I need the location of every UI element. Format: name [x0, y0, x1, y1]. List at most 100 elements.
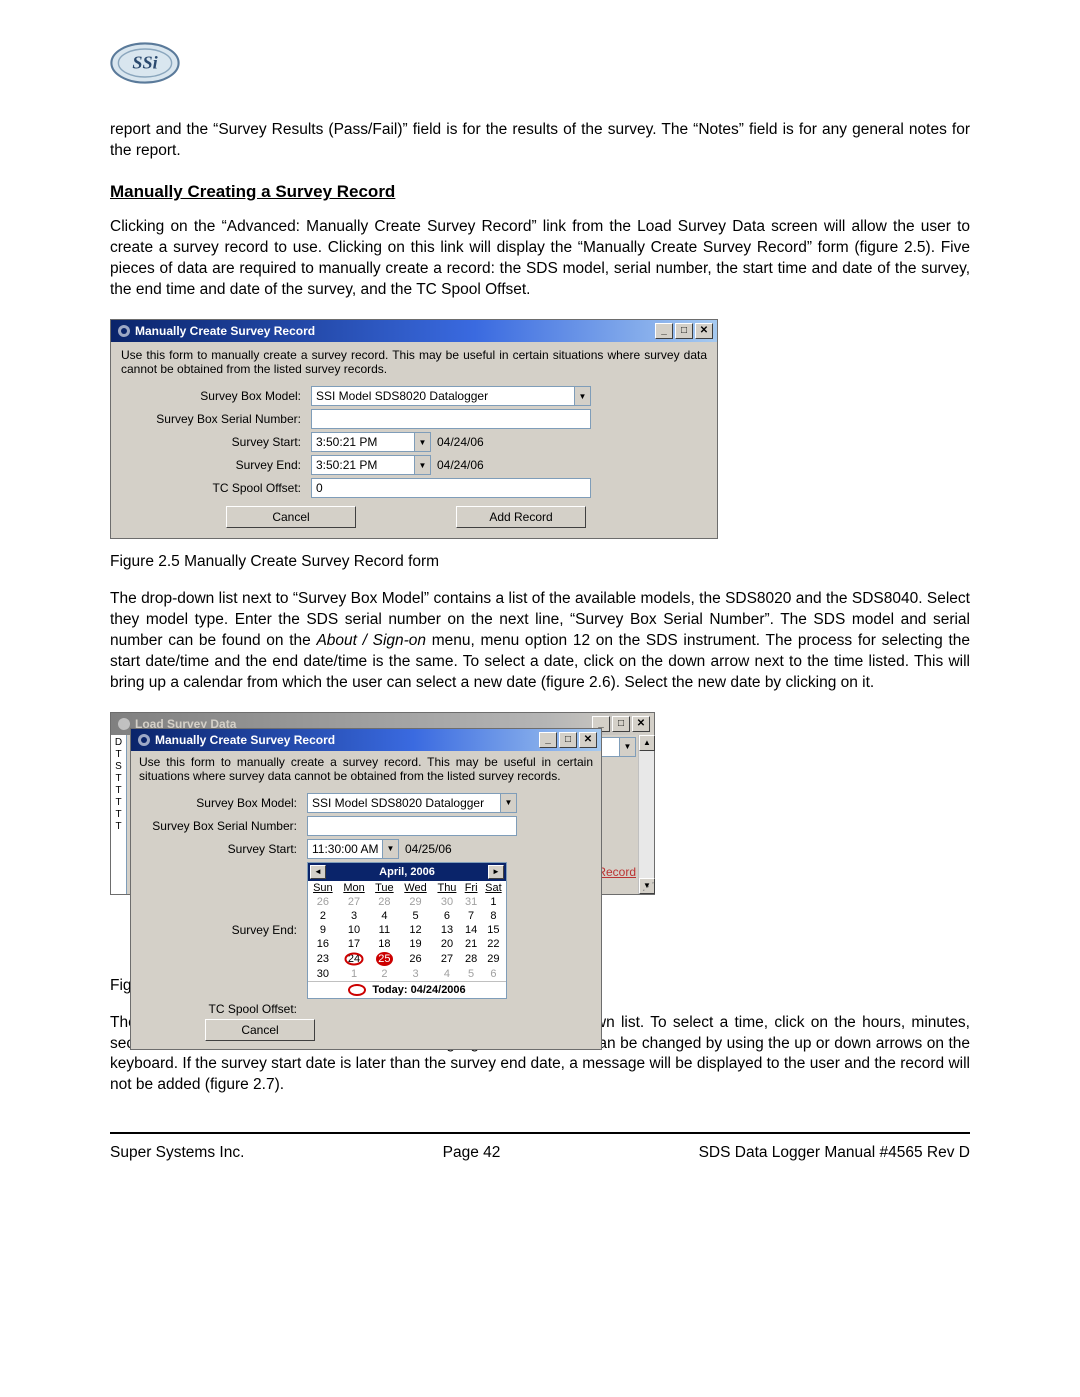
titlebar[interactable]: Manually Create Survey Record _ □ ✕ — [111, 320, 717, 342]
combo-model[interactable]: SSI Model SDS8020 Datalogger ▼ — [307, 793, 517, 813]
maximize-button[interactable]: □ — [675, 323, 693, 339]
input-offset[interactable]: 0 — [311, 478, 591, 498]
footer-left: Super Systems Inc. — [110, 1144, 244, 1162]
dialog-create-survey-record: Manually Create Survey Record _ □ ✕ Use … — [110, 319, 718, 539]
dialog-body: Use this form to manually create a surve… — [111, 342, 717, 538]
combo-start-time[interactable]: 3:50:21 PM ▼ — [311, 432, 431, 452]
calendar-day[interactable]: 21 — [461, 937, 480, 951]
cancel-button[interactable]: Cancel — [226, 506, 356, 528]
input-serial[interactable] — [311, 409, 591, 429]
maximize-button[interactable]: □ — [612, 716, 630, 732]
start-time-value: 11:30:00 AM — [312, 842, 379, 856]
calendar-day[interactable]: 4 — [370, 909, 398, 923]
calendar-day[interactable]: 29 — [481, 951, 506, 967]
calendar-day[interactable]: 22 — [481, 937, 506, 951]
calendar-day[interactable]: 16 — [308, 937, 338, 951]
front-titlebar[interactable]: Manually Create Survey Record _ □ ✕ — [131, 729, 601, 751]
list-item[interactable]: T — [115, 797, 121, 809]
calendar-day[interactable]: 1 — [338, 967, 371, 981]
back-left-listbox[interactable]: DTSTTTTT — [111, 735, 127, 894]
cancel-button[interactable]: Cancel — [205, 1019, 315, 1041]
calendar-day[interactable]: 9 — [308, 923, 338, 937]
calendar-day[interactable]: 23 — [308, 951, 338, 967]
list-item[interactable]: T — [115, 809, 121, 821]
section-heading: Manually Creating a Survey Record — [110, 182, 970, 202]
minimize-button[interactable]: _ — [539, 732, 557, 748]
chevron-down-icon[interactable]: ▼ — [414, 456, 430, 474]
calendar-day[interactable]: 11 — [370, 923, 398, 937]
calendar-day[interactable]: 3 — [398, 967, 432, 981]
app-icon — [137, 733, 151, 747]
calendar-day[interactable]: 1 — [481, 895, 506, 909]
calendar-day[interactable]: 12 — [398, 923, 432, 937]
calendar-popup[interactable]: ◄ April, 2006 ► SunMonTueWedThuFriSat 26… — [307, 862, 507, 999]
combo-start-time[interactable]: 11:30:00 AM ▼ — [307, 839, 399, 859]
calendar-footer[interactable]: Today: 04/24/2006 — [308, 981, 506, 998]
calendar-day[interactable]: 30 — [308, 967, 338, 981]
prev-month-button[interactable]: ◄ — [310, 865, 326, 879]
combo-end-time[interactable]: 3:50:21 PM ▼ — [311, 455, 431, 475]
calendar-day[interactable]: 26 — [308, 895, 338, 909]
list-item[interactable]: T — [115, 785, 121, 797]
calendar-day[interactable]: 26 — [398, 951, 432, 967]
calendar-day[interactable]: 28 — [370, 895, 398, 909]
calendar-day[interactable]: 25 — [370, 951, 398, 967]
chevron-down-icon[interactable]: ▼ — [574, 387, 590, 405]
combo-model[interactable]: SSI Model SDS8020 Datalogger ▼ — [311, 386, 591, 406]
calendar-day[interactable]: 24 — [338, 951, 371, 967]
calendar-day[interactable]: 4 — [433, 967, 462, 981]
close-button[interactable]: ✕ — [579, 732, 597, 748]
calendar-day[interactable]: 20 — [433, 937, 462, 951]
page-footer: Super Systems Inc. Page 42 SDS Data Logg… — [110, 1144, 970, 1162]
resize-grip-icon[interactable]: ⋰ — [642, 880, 653, 893]
record-link[interactable]: Record — [597, 865, 638, 879]
scrollbar[interactable]: ▲ ▼ — [638, 735, 654, 894]
list-item[interactable]: S — [115, 761, 122, 773]
close-button[interactable]: ✕ — [632, 716, 650, 732]
label-start: Survey Start: — [121, 435, 311, 449]
calendar-day[interactable]: 3 — [338, 909, 371, 923]
label-end: Survey End: — [139, 923, 307, 937]
calendar-day[interactable]: 27 — [433, 951, 462, 967]
calendar-dow: Mon — [338, 881, 371, 895]
combo-model-value: SSI Model SDS8020 Datalogger — [312, 796, 484, 810]
calendar-day[interactable]: 5 — [398, 909, 432, 923]
start-time-value: 3:50:21 PM — [316, 435, 377, 449]
calendar-day[interactable]: 29 — [398, 895, 432, 909]
calendar-day[interactable]: 13 — [433, 923, 462, 937]
calendar-day[interactable]: 15 — [481, 923, 506, 937]
add-record-button[interactable]: Add Record — [456, 506, 586, 528]
calendar-day[interactable]: 27 — [338, 895, 371, 909]
input-serial[interactable] — [307, 816, 517, 836]
calendar-day[interactable]: 6 — [481, 967, 506, 981]
calendar-day[interactable]: 2 — [370, 967, 398, 981]
next-month-button[interactable]: ► — [488, 865, 504, 879]
calendar-day[interactable]: 2 — [308, 909, 338, 923]
calendar-day[interactable]: 10 — [338, 923, 371, 937]
calendar-day[interactable]: 31 — [461, 895, 480, 909]
chevron-down-icon[interactable]: ▼ — [500, 794, 516, 812]
list-item[interactable]: T — [115, 821, 121, 833]
calendar-day[interactable]: 6 — [433, 909, 462, 923]
calendar-day[interactable]: 8 — [481, 909, 506, 923]
list-item[interactable]: T — [115, 749, 121, 761]
maximize-button[interactable]: □ — [559, 732, 577, 748]
scroll-up-icon[interactable]: ▲ — [639, 735, 655, 751]
calendar-day[interactable]: 7 — [461, 909, 480, 923]
chevron-down-icon[interactable]: ▼ — [619, 738, 635, 756]
chevron-down-icon[interactable]: ▼ — [414, 433, 430, 451]
title-text: Manually Create Survey Record — [135, 324, 315, 338]
calendar-day[interactable]: 18 — [370, 937, 398, 951]
calendar-day[interactable]: 30 — [433, 895, 462, 909]
minimize-button[interactable]: _ — [655, 323, 673, 339]
calendar-day[interactable]: 28 — [461, 951, 480, 967]
chevron-down-icon[interactable]: ▼ — [382, 840, 398, 858]
calendar-day[interactable]: 19 — [398, 937, 432, 951]
list-item[interactable]: T — [115, 773, 121, 785]
calendar-day[interactable]: 5 — [461, 967, 480, 981]
calendar-day[interactable]: 17 — [338, 937, 371, 951]
calendar-month-label: April, 2006 — [379, 866, 435, 878]
close-button[interactable]: ✕ — [695, 323, 713, 339]
list-item[interactable]: D — [115, 737, 122, 749]
calendar-day[interactable]: 14 — [461, 923, 480, 937]
